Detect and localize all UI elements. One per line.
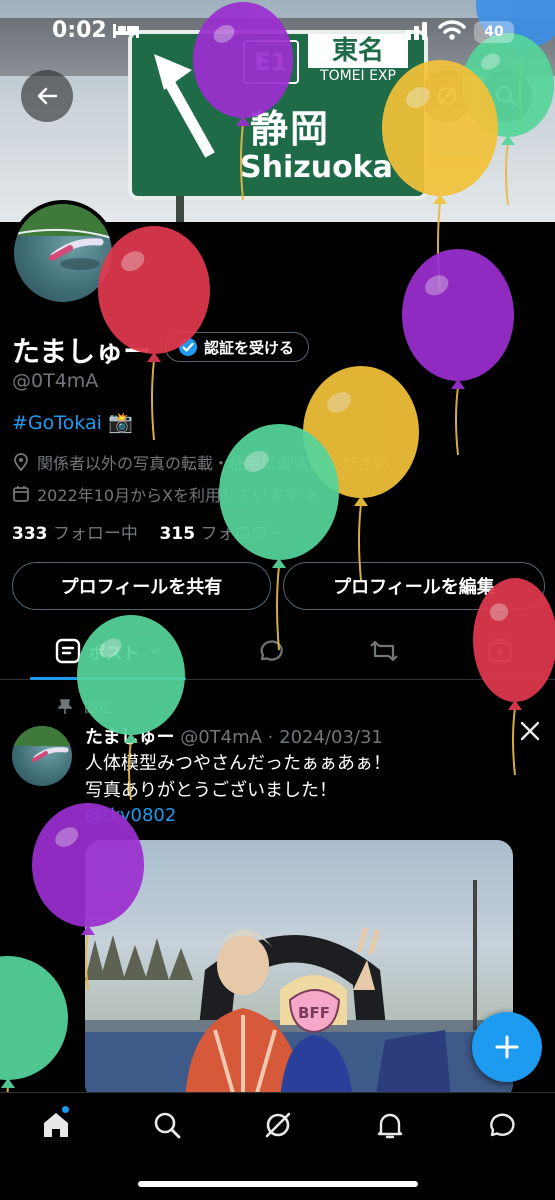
location-pin-icon [14, 453, 28, 471]
follow-counts: 333 フォロー中 315 フォロワー [12, 519, 285, 544]
get-verified-button[interactable]: 認証を受ける [165, 332, 310, 362]
followers-count: 315 [159, 524, 196, 544]
grok-button[interactable] [421, 70, 473, 122]
post-mention-link[interactable]: @tky0802 [85, 805, 176, 826]
nav-search[interactable] [137, 1105, 197, 1145]
nav-grok[interactable] [248, 1105, 308, 1145]
tab-replies[interactable] [240, 622, 300, 680]
post-photo: BFF [85, 880, 513, 1100]
following-link[interactable]: 333 フォロー中 [12, 524, 138, 544]
wifi-icon [438, 20, 466, 40]
edit-profile-button[interactable]: プロフィールを編集 [283, 562, 545, 610]
profile-location: 関係者以外の写真の転載・使用は御遠慮ください [12, 450, 389, 474]
grok-icon [437, 86, 457, 106]
post-image[interactable]: BFF [85, 840, 513, 1100]
profile-tabs: ポスト [0, 622, 555, 680]
profile-handle: @0T4mA [12, 370, 99, 392]
compose-post-button[interactable] [472, 1012, 542, 1082]
search-icon [154, 1112, 181, 1139]
tab-media[interactable] [470, 622, 530, 680]
home-notification-dot [62, 1106, 69, 1113]
back-button[interactable] [21, 70, 73, 122]
chevron-right-icon [308, 488, 317, 500]
profile-display-name: たましゅー [12, 335, 152, 368]
following-count: 333 [12, 524, 48, 544]
sign-city-jp: 静岡 [250, 106, 331, 151]
location-text: 関係者以外の写真の転載・使用は御遠慮ください [37, 454, 390, 473]
posts-icon [55, 638, 80, 664]
get-verified-label: 認証を受ける [204, 338, 295, 357]
media-icon [487, 638, 513, 663]
sleep-focus-icon [113, 24, 139, 38]
sign-city-en: Shizuoka [240, 150, 393, 185]
arrow-left-icon [37, 87, 58, 105]
repost-icon [370, 640, 398, 662]
profile-avatar[interactable] [10, 200, 116, 306]
bio-camera-emoji: 📸 [108, 410, 133, 434]
following-label: フォロー中 [52, 524, 138, 544]
status-time: 0:02 [52, 18, 107, 43]
reply-bubble-icon [260, 640, 283, 661]
message-bubble-icon [490, 1113, 515, 1137]
pinned-indicator: 固定 [58, 697, 112, 717]
sign-title-en: TOMEI EXP [320, 68, 396, 84]
post-header: たましゅー @0T4mA · 2024/03/31 [85, 723, 383, 749]
bell-icon [377, 1113, 403, 1139]
home-icon [44, 1113, 68, 1137]
pinned-label: 固定 [84, 700, 112, 716]
profile-joined: 2022年10月からXを利用しています [12, 482, 318, 506]
tab-posts-label: ポスト [88, 643, 140, 664]
nav-notifications[interactable] [360, 1105, 420, 1145]
bff-sticker-text: BFF [298, 1004, 330, 1022]
post-author-name[interactable]: たましゅー [85, 727, 174, 748]
post-text-line: 人体模型みつやさんだったぁぁあぁ！ [85, 753, 391, 774]
share-profile-button[interactable]: プロフィールを共有 [12, 562, 271, 610]
post-text: 人体模型みつやさんだったぁぁあぁ！ 写真ありがとうございました！ [85, 750, 391, 804]
chevron-down-icon [148, 647, 161, 655]
nav-messages[interactable] [470, 1105, 530, 1145]
search-button[interactable] [480, 70, 532, 122]
joined-text: 2022年10月からXを利用しています [37, 486, 301, 505]
sign-arrow-icon [154, 54, 215, 158]
post-text-line: 写真ありがとうございました！ [85, 780, 337, 801]
verified-badge-icon [179, 338, 197, 356]
balloon [402, 249, 514, 456]
grok-icon [265, 1112, 291, 1138]
active-tab-indicator [30, 677, 186, 680]
post-avatar-photo [12, 726, 72, 762]
x-logo-icon [520, 721, 540, 741]
followers-label: フォロワー [200, 524, 286, 544]
sign-post [176, 196, 184, 222]
bio-hashtag[interactable]: #GoTokai [12, 412, 102, 434]
plus-icon [495, 1035, 519, 1059]
home-indicator [138, 1181, 418, 1187]
battery-indicator: 40 [474, 21, 514, 43]
cellular-signal-icon [398, 22, 427, 40]
tab-reposts[interactable] [354, 622, 414, 680]
nav-home[interactable] [26, 1105, 86, 1145]
calendar-icon [13, 486, 29, 502]
post-author-avatar[interactable] [12, 726, 72, 786]
status-bar: 0:02 40 [0, 0, 555, 62]
tab-posts[interactable]: ポスト [30, 622, 186, 680]
avatar-photo [14, 204, 112, 270]
followers-link[interactable]: 315 フォロワー [160, 524, 286, 544]
search-icon [495, 85, 517, 107]
pin-icon [58, 699, 72, 714]
post-handle-date: @0T4mA · 2024/03/31 [180, 727, 383, 748]
